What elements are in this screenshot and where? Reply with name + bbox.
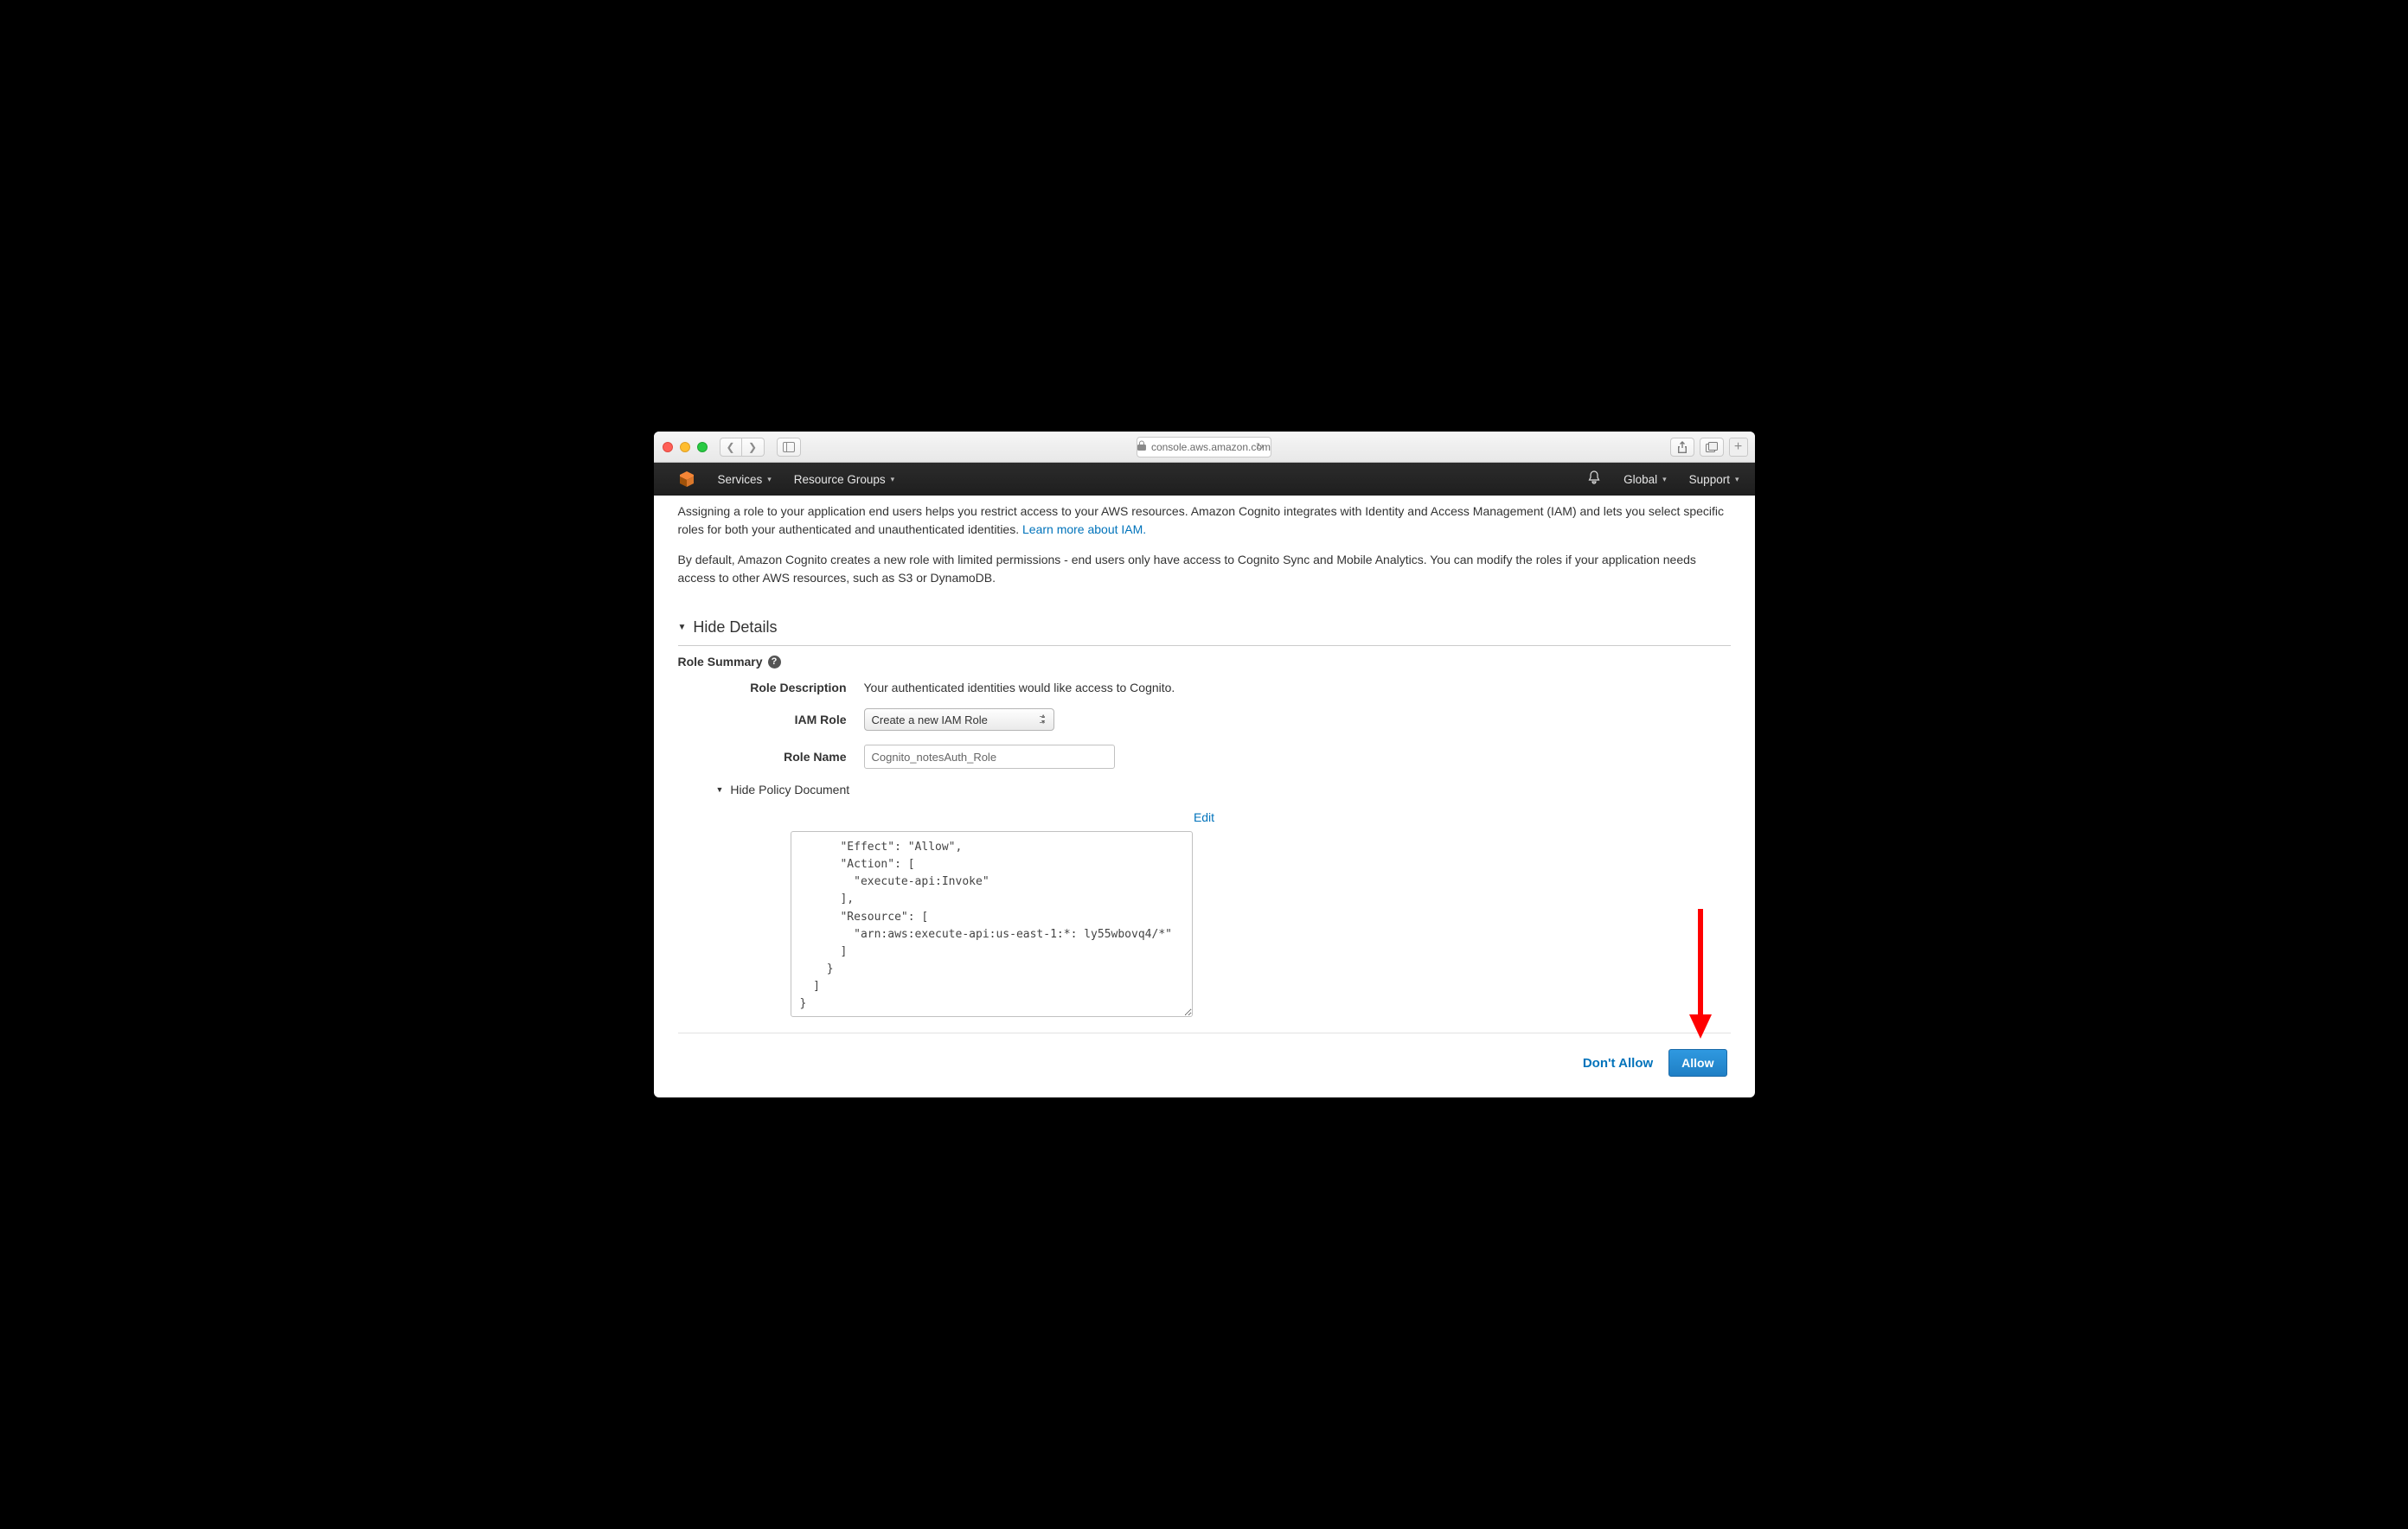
support-label: Support bbox=[1689, 473, 1730, 486]
url-text: console.aws.amazon.com bbox=[1151, 441, 1271, 453]
hide-policy-label: Hide Policy Document bbox=[730, 783, 849, 796]
cube-icon bbox=[678, 470, 695, 488]
edit-link[interactable]: Edit bbox=[1194, 810, 1214, 824]
chevron-down-icon: ▾ bbox=[891, 475, 895, 484]
hide-details-label: Hide Details bbox=[693, 618, 777, 637]
row-role-description: Role Description Your authenticated iden… bbox=[678, 681, 1731, 694]
intro-paragraph-1: Assigning a role to your application end… bbox=[678, 502, 1731, 539]
footer-actions: Don't Allow Allow bbox=[678, 1049, 1731, 1077]
share-icon bbox=[1677, 441, 1688, 453]
nav-buttons: ❮ ❯ bbox=[720, 438, 765, 457]
url-bar[interactable]: console.aws.amazon.com ↻ bbox=[1137, 437, 1271, 457]
close-icon[interactable] bbox=[663, 442, 673, 452]
share-button[interactable] bbox=[1670, 438, 1694, 457]
row-role-name: Role Name bbox=[678, 745, 1731, 769]
intro-text-1: Assigning a role to your application end… bbox=[678, 504, 1725, 536]
bell-icon bbox=[1587, 470, 1601, 489]
chevron-down-icon: ▾ bbox=[1735, 475, 1739, 484]
aws-logo[interactable] bbox=[678, 470, 695, 488]
iam-role-select[interactable]: Create a new IAM Role ▲▼ bbox=[864, 708, 1054, 731]
chevron-down-icon: ▾ bbox=[767, 475, 772, 484]
learn-iam-link[interactable]: Learn more about IAM. bbox=[1022, 522, 1146, 536]
hide-details-toggle[interactable]: ▼ Hide Details bbox=[678, 618, 1731, 637]
tabs-button[interactable] bbox=[1700, 438, 1724, 457]
window-controls bbox=[663, 442, 708, 452]
label-role-description: Role Description bbox=[678, 681, 864, 694]
resource-groups-label: Resource Groups bbox=[794, 473, 886, 486]
triangle-down-icon: ▼ bbox=[716, 785, 724, 794]
tabs-icon bbox=[1706, 442, 1718, 452]
select-arrows-icon: ▲▼ bbox=[1041, 714, 1047, 726]
reload-icon[interactable]: ↻ bbox=[1256, 441, 1264, 452]
browser-window: ❮ ❯ console.aws.amazon.com ↻ bbox=[654, 432, 1755, 1097]
aws-top-nav: Services ▾ Resource Groups ▾ Global ▾ Su… bbox=[654, 463, 1755, 496]
edit-row: Edit bbox=[678, 810, 1731, 826]
label-iam-role: IAM Role bbox=[678, 713, 864, 726]
titlebar: ❮ ❯ console.aws.amazon.com ↻ bbox=[654, 432, 1755, 463]
notifications-button[interactable] bbox=[1587, 470, 1601, 489]
role-summary-heading: Role Summary ? bbox=[678, 655, 1731, 669]
value-role-description: Your authenticated identities would like… bbox=[864, 681, 1175, 694]
resource-groups-menu[interactable]: Resource Groups ▾ bbox=[794, 473, 894, 486]
intro-paragraph-2: By default, Amazon Cognito creates a new… bbox=[678, 551, 1731, 587]
minimize-icon[interactable] bbox=[680, 442, 690, 452]
back-button[interactable]: ❮ bbox=[720, 438, 742, 457]
iam-role-selected: Create a new IAM Role bbox=[872, 713, 988, 726]
sidebar-icon bbox=[783, 442, 795, 452]
row-iam-role: IAM Role Create a new IAM Role ▲▼ bbox=[678, 708, 1731, 731]
region-label: Global bbox=[1623, 473, 1657, 486]
sidebar-toggle[interactable] bbox=[777, 438, 801, 457]
region-menu[interactable]: Global ▾ bbox=[1623, 473, 1667, 486]
chevron-down-icon: ▾ bbox=[1662, 475, 1667, 484]
role-summary-label: Role Summary bbox=[678, 655, 763, 669]
role-name-input[interactable] bbox=[864, 745, 1115, 769]
zoom-icon[interactable] bbox=[697, 442, 708, 452]
hide-policy-toggle[interactable]: ▼ Hide Policy Document bbox=[716, 783, 1731, 796]
lock-icon bbox=[1137, 440, 1146, 453]
label-role-name: Role Name bbox=[678, 750, 864, 764]
policy-document-textarea[interactable]: "Effect": "Allow", "Action": [ "execute-… bbox=[791, 831, 1193, 1017]
services-label: Services bbox=[718, 473, 763, 486]
services-menu[interactable]: Services ▾ bbox=[718, 473, 772, 486]
forward-button[interactable]: ❯ bbox=[742, 438, 765, 457]
page-content: Assigning a role to your application end… bbox=[654, 496, 1755, 1097]
support-menu[interactable]: Support ▾ bbox=[1689, 473, 1739, 486]
divider bbox=[678, 645, 1731, 646]
triangle-down-icon: ▼ bbox=[678, 623, 687, 632]
dont-allow-button[interactable]: Don't Allow bbox=[1583, 1056, 1653, 1071]
new-tab-button[interactable]: + bbox=[1729, 438, 1748, 457]
allow-button[interactable]: Allow bbox=[1668, 1049, 1726, 1077]
help-icon[interactable]: ? bbox=[768, 656, 781, 669]
